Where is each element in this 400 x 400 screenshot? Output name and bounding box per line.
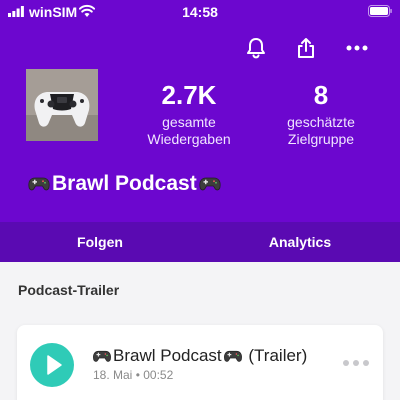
share-icon[interactable]	[292, 34, 320, 62]
podcast-cover-image	[26, 69, 98, 141]
section-title: Podcast-Trailer	[18, 282, 120, 298]
episode-duration: 00:52	[143, 368, 174, 382]
episode-meta: 18. Mai • 00:52	[93, 368, 173, 382]
stat-plays-label-line1: gesamte	[162, 114, 216, 130]
tab-folgen[interactable]: Folgen	[0, 222, 200, 262]
status-bar: winSIM 14:58	[0, 0, 400, 24]
gamepad-icon	[93, 350, 111, 362]
tab-analytics[interactable]: Analytics	[200, 222, 400, 262]
more-icon[interactable]	[343, 34, 371, 62]
episode-title: Brawl Podcast (Trailer)	[91, 346, 307, 366]
podcast-title-text: Brawl Podcast	[52, 172, 197, 195]
bell-icon[interactable]	[242, 34, 270, 62]
gamepad-icon	[28, 177, 50, 191]
stat-audience-label-line2: Zielgruppe	[287, 131, 355, 147]
gamepad-icon	[223, 350, 242, 362]
gamepad-icon	[199, 177, 221, 191]
podcast-header: winSIM 14:58 2.7K gesamte Wiedergaben 8 …	[0, 0, 400, 222]
episode-card[interactable]: Brawl Podcast (Trailer) 18. Mai • 00:52	[17, 325, 383, 400]
stat-audience-label-line1: geschätzte	[287, 114, 355, 130]
play-button[interactable]	[30, 343, 74, 387]
stat-audience-label: geschätzte Zielgruppe	[262, 114, 380, 148]
stat-plays-label: gesamte Wiedergaben	[130, 114, 248, 148]
episode-date: 18. Mai	[93, 368, 133, 382]
stat-audience-value: 8	[313, 80, 329, 110]
episode-title-text: Brawl Podcast	[113, 346, 222, 365]
podcast-title: Brawl Podcast	[26, 172, 223, 196]
episode-separator: •	[135, 368, 140, 382]
stat-plays-value: 2.7K	[161, 80, 217, 110]
episode-more-icon[interactable]	[342, 357, 370, 369]
battery-icon	[368, 5, 392, 17]
status-time: 14:58	[182, 4, 218, 20]
play-icon	[47, 355, 62, 375]
tab-bar: Folgen Analytics	[0, 222, 400, 262]
stat-plays-label-line2: Wiedergaben	[147, 131, 231, 147]
episode-title-suffix: (Trailer)	[243, 346, 308, 365]
